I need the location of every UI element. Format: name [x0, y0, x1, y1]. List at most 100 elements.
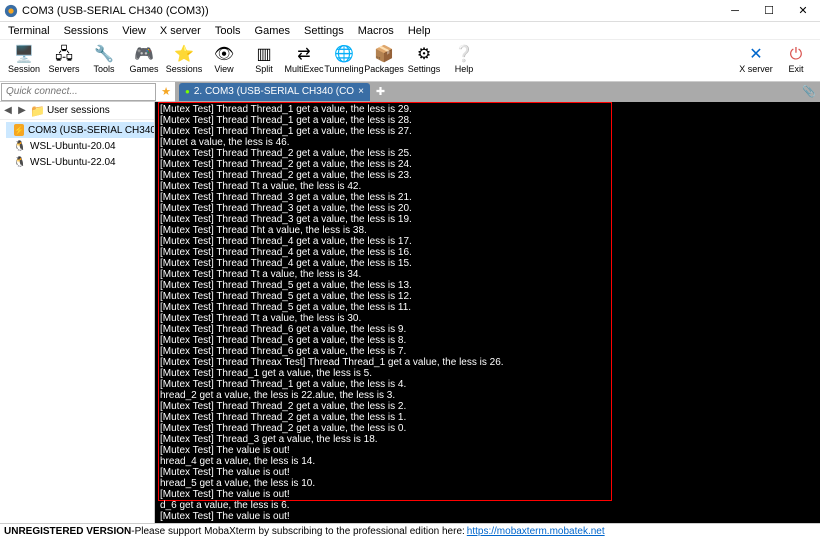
titlebar: COM3 (USB-SERIAL CH340 (COM3)) ─ ☐ ✕	[0, 0, 820, 22]
tool-label: MultiExec	[284, 64, 323, 74]
terminal-line: [Mutex Test] Thread Thread_2 get a value…	[160, 423, 815, 434]
terminal-line: [Mutex Test] Thread Tt a value, the less…	[160, 313, 815, 324]
folder-icon: 📁	[30, 104, 45, 118]
tool-label: Exit	[788, 64, 803, 74]
sidebar-header: ◀ ▶ 📁 User sessions	[0, 102, 154, 120]
close-button[interactable]: ✕	[786, 0, 820, 22]
session-icon: 🖥️	[14, 47, 34, 63]
tree-item-label: WSL-Ubuntu-22.04	[30, 157, 116, 168]
tool-view[interactable]: 👁View	[204, 41, 244, 81]
tool-label: Session	[8, 64, 40, 74]
menu-x-server[interactable]: X server	[154, 24, 207, 38]
tool-exit[interactable]: ⏻Exit	[776, 41, 816, 81]
penguin-icon: 🐧	[14, 140, 26, 152]
menu-settings[interactable]: Settings	[298, 24, 350, 38]
sidebar: ◀ ▶ 📁 User sessions ⚡ COM3 (USB-SERIAL CH…	[0, 102, 155, 523]
tool-label: Games	[129, 64, 158, 74]
tool-label: Tunneling	[324, 64, 363, 74]
tree-item-wsl-ubuntu-22-04[interactable]: 🐧WSL-Ubuntu-22.04	[6, 154, 154, 170]
quickconnect-input[interactable]	[1, 83, 156, 101]
paperclip-icon[interactable]: 📎	[802, 85, 816, 98]
terminal-line: [Mutex Test] Thread Thread_2 get a value…	[160, 148, 815, 159]
terminal-line: [Mutex Test] Thread Thread_5 get a value…	[160, 291, 815, 302]
menu-games[interactable]: Games	[249, 24, 296, 38]
app-icon	[4, 4, 18, 18]
exit-icon: ⏻	[790, 47, 803, 63]
tab-com3[interactable]: ● 2. COM3 (USB-SERIAL CH340 (CO ×	[179, 83, 370, 101]
menu-sessions[interactable]: Sessions	[58, 24, 115, 38]
menu-macros[interactable]: Macros	[352, 24, 400, 38]
tool-packages[interactable]: 📦Packages	[364, 41, 404, 81]
tabstrip: ● 2. COM3 (USB-SERIAL CH340 (CO × ✚ 📎	[175, 82, 820, 102]
terminal-line: [Mutex Test] Thread Thread_6 get a value…	[160, 346, 815, 357]
terminal-line: hread_4 get a value, the less is 14.	[160, 456, 815, 467]
tool-multiexec[interactable]: ⇄MultiExec	[284, 41, 324, 81]
terminal-line: [Mutex Test] Thread Thread_4 get a value…	[160, 236, 815, 247]
favorite-icon[interactable]: ★	[157, 85, 175, 98]
x-server-icon: ✕	[749, 47, 762, 63]
menu-terminal[interactable]: Terminal	[2, 24, 56, 38]
close-icon[interactable]: ×	[358, 86, 364, 97]
terminal-line: [Mutex Test] The value is out!	[160, 445, 815, 456]
tree-item-label: WSL-Ubuntu-20.04	[30, 141, 116, 152]
tree-item-wsl-ubuntu-20-04[interactable]: 🐧 WSL-Ubuntu-20.04	[6, 138, 154, 154]
nav-fwd-icon[interactable]: ▶	[16, 105, 28, 116]
terminal-line: [Mutex Test] Thread Thread_6 get a value…	[160, 324, 815, 335]
terminal[interactable]: [Mutex Test] Thread Thread_1 get a value…	[155, 102, 820, 523]
terminal-line: [Mutex Test] Thread Thread_2 get a value…	[160, 159, 815, 170]
menu-help[interactable]: Help	[402, 24, 437, 38]
tool-tunneling[interactable]: 🌐Tunneling	[324, 41, 364, 81]
tool-sessions[interactable]: ⭐Sessions	[164, 41, 204, 81]
terminal-line: [Mutex Test] Thread Thread_1 get a value…	[160, 115, 815, 126]
view-icon: 👁	[214, 47, 234, 63]
terminal-line: [Mutex Test] Thread Thread_4 get a value…	[160, 258, 815, 269]
terminal-line: [Mutex Test] Thread Thread_1 get a value…	[160, 379, 815, 390]
window-controls: ─ ☐ ✕	[718, 0, 820, 22]
terminal-line: [Mutex Test] Thread Threax Test] Thread …	[160, 357, 815, 368]
tool-tools[interactable]: 🔧Tools	[84, 41, 124, 81]
status-link[interactable]: https://mobaxterm.mobatek.net	[467, 526, 605, 537]
tool-session[interactable]: 🖥️Session	[4, 41, 44, 81]
help-icon: ❔	[454, 47, 474, 63]
window-title: COM3 (USB-SERIAL CH340 (COM3))	[22, 5, 718, 17]
maximize-button[interactable]: ☐	[752, 0, 786, 22]
tool-label: Settings	[408, 64, 441, 74]
tool-label: Tools	[93, 64, 114, 74]
menubar: TerminalSessionsViewX serverToolsGamesSe…	[0, 22, 820, 40]
menu-view[interactable]: View	[116, 24, 152, 38]
tool-games[interactable]: 🎮Games	[124, 41, 164, 81]
terminal-line: [Mutex Test] Thread Tht a value, the les…	[160, 225, 815, 236]
serial-icon: ⚡	[14, 124, 24, 136]
terminal-line: hread_2 get a value, the less is 22.alue…	[160, 390, 815, 401]
tree-item-label: COM3 (USB-SERIAL CH340 (CO	[28, 125, 154, 136]
nav-back-icon[interactable]: ◀	[2, 105, 14, 116]
multiexec-icon: ⇄	[297, 47, 310, 63]
terminal-line: [Mutex Test] Thread Thread_5 get a value…	[160, 280, 815, 291]
tool-x-server[interactable]: ✕X server	[736, 41, 776, 81]
terminal-line: [Mutex Test] Thread Tt a value, the less…	[160, 181, 815, 192]
tool-label: Servers	[48, 64, 79, 74]
tool-help[interactable]: ❔Help	[444, 41, 484, 81]
minimize-button[interactable]: ─	[718, 0, 752, 22]
status-unregistered: UNREGISTERED VERSION	[4, 526, 131, 537]
terminal-line: d_6 get a value, the less is 6.	[160, 500, 815, 511]
tool-split[interactable]: ▥Split	[244, 41, 284, 81]
split-icon: ▥	[256, 47, 271, 63]
terminal-line: [Mutex Test] Thread Thread_2 get a value…	[160, 401, 815, 412]
terminal-line: [Mutex Test] Thread Thread_1 get a value…	[160, 126, 815, 137]
terminal-line: [Mutex Test] The value is out!	[160, 467, 815, 478]
games-icon: 🎮	[134, 47, 154, 63]
tree-item-com3-usb-serial-ch340-co[interactable]: ⚡ COM3 (USB-SERIAL CH340 (CO	[6, 122, 154, 138]
tool-settings[interactable]: ⚙Settings	[404, 41, 444, 81]
tool-label: View	[214, 64, 233, 74]
terminal-line: [Mutex Test] Thread Thread_1 get a value…	[160, 104, 815, 115]
tool-servers[interactable]: 🖧Servers	[44, 41, 84, 81]
terminal-output: [Mutex Test] Thread Thread_1 get a value…	[160, 104, 815, 521]
terminal-line: [Mutex Test] Thread Thread_5 get a value…	[160, 302, 815, 313]
menu-tools[interactable]: Tools	[209, 24, 247, 38]
terminal-line: [Mutex Test] Thread Thread_6 get a value…	[160, 335, 815, 346]
terminal-line: [Mutex Test] Thread Thread_4 get a value…	[160, 247, 815, 258]
terminal-line: [Mutet a value, the less is 46.	[160, 137, 815, 148]
quickconnect-row: ★ ● 2. COM3 (USB-SERIAL CH340 (CO × ✚ 📎	[0, 82, 820, 102]
new-tab-button[interactable]: ✚	[372, 85, 389, 98]
